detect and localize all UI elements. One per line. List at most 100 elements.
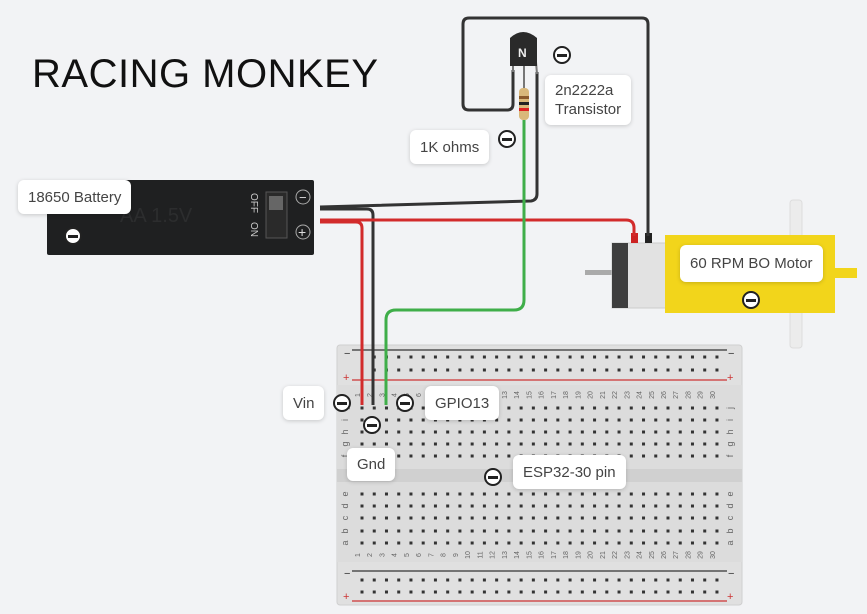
rail-hole[interactable] (532, 579, 535, 582)
rail-hole[interactable] (373, 591, 376, 594)
breadboard-hole[interactable] (630, 443, 633, 446)
breadboard-hole[interactable] (556, 530, 559, 533)
breadboard-hole[interactable] (458, 443, 461, 446)
breadboard-hole[interactable] (679, 443, 682, 446)
rail-hole[interactable] (361, 579, 364, 582)
rail-hole[interactable] (361, 591, 364, 594)
rail-hole[interactable] (556, 369, 559, 372)
rail-hole[interactable] (458, 369, 461, 372)
breadboard-hole[interactable] (409, 542, 412, 545)
breadboard-hole[interactable] (409, 431, 412, 434)
breadboard-hole[interactable] (703, 455, 706, 458)
breadboard-hole[interactable] (361, 431, 364, 434)
breadboard-hole[interactable] (569, 505, 572, 508)
rail-hole[interactable] (397, 369, 400, 372)
breadboard-hole[interactable] (361, 530, 364, 533)
breadboard-hole[interactable] (471, 517, 474, 520)
breadboard-hole[interactable] (544, 505, 547, 508)
rail-hole[interactable] (605, 579, 608, 582)
breadboard-hole[interactable] (556, 505, 559, 508)
breadboard-hole[interactable] (409, 455, 412, 458)
breadboard-hole[interactable] (667, 542, 670, 545)
breadboard-hole[interactable] (483, 530, 486, 533)
note-collapse-icon[interactable] (64, 227, 82, 245)
breadboard-hole[interactable] (618, 530, 621, 533)
breadboard-hole[interactable] (471, 542, 474, 545)
rail-hole[interactable] (409, 579, 412, 582)
breadboard-hole[interactable] (715, 517, 718, 520)
breadboard-hole[interactable] (532, 542, 535, 545)
note-collapse-icon[interactable] (484, 468, 502, 486)
breadboard-hole[interactable] (715, 493, 718, 496)
breadboard-hole[interactable] (654, 443, 657, 446)
breadboard-hole[interactable] (434, 455, 437, 458)
breadboard-hole[interactable] (569, 530, 572, 533)
rail-hole[interactable] (642, 591, 645, 594)
breadboard-hole[interactable] (361, 493, 364, 496)
breadboard-hole[interactable] (544, 517, 547, 520)
rail-hole[interactable] (593, 579, 596, 582)
note-collapse-icon[interactable] (396, 394, 414, 412)
breadboard-hole[interactable] (422, 530, 425, 533)
breadboard-hole[interactable] (409, 505, 412, 508)
breadboard-hole[interactable] (385, 530, 388, 533)
rail-hole[interactable] (483, 369, 486, 372)
rail-hole[interactable] (532, 356, 535, 359)
breadboard-hole[interactable] (385, 419, 388, 422)
rail-hole[interactable] (409, 369, 412, 372)
rail-hole[interactable] (507, 579, 510, 582)
breadboard-hole[interactable] (667, 493, 670, 496)
breadboard-hole[interactable] (667, 407, 670, 410)
breadboard-hole[interactable] (483, 443, 486, 446)
rail-hole[interactable] (581, 591, 584, 594)
breadboard-hole[interactable] (544, 493, 547, 496)
vin-note[interactable]: Vin (283, 386, 324, 420)
rail-hole[interactable] (630, 579, 633, 582)
rail-hole[interactable] (605, 356, 608, 359)
breadboard-hole[interactable] (593, 443, 596, 446)
note-collapse-icon[interactable] (498, 130, 516, 148)
breadboard-hole[interactable] (715, 407, 718, 410)
breadboard-hole[interactable] (642, 517, 645, 520)
rail-hole[interactable] (532, 591, 535, 594)
breadboard-hole[interactable] (581, 542, 584, 545)
breadboard-hole[interactable] (691, 493, 694, 496)
breadboard-hole[interactable] (397, 493, 400, 496)
breadboard-hole[interactable] (483, 455, 486, 458)
rail-hole[interactable] (569, 591, 572, 594)
breadboard-hole[interactable] (630, 517, 633, 520)
breadboard-hole[interactable] (679, 407, 682, 410)
breadboard-hole[interactable] (654, 493, 657, 496)
rail-hole[interactable] (654, 369, 657, 372)
rail-hole[interactable] (691, 369, 694, 372)
breadboard-hole[interactable] (495, 505, 498, 508)
breadboard-hole[interactable] (397, 530, 400, 533)
breadboard-hole[interactable] (434, 493, 437, 496)
rail-hole[interactable] (458, 591, 461, 594)
breadboard-hole[interactable] (458, 455, 461, 458)
rail-hole[interactable] (667, 369, 670, 372)
rail-hole[interactable] (679, 591, 682, 594)
breadboard-hole[interactable] (581, 493, 584, 496)
breadboard-hole[interactable] (446, 505, 449, 508)
breadboard-hole[interactable] (520, 505, 523, 508)
rail-hole[interactable] (422, 591, 425, 594)
rail-hole[interactable] (458, 356, 461, 359)
rail-hole[interactable] (483, 579, 486, 582)
breadboard-hole[interactable] (434, 431, 437, 434)
breadboard-hole[interactable] (520, 517, 523, 520)
breadboard-hole[interactable] (483, 431, 486, 434)
breadboard-hole[interactable] (397, 542, 400, 545)
breadboard-hole[interactable] (679, 505, 682, 508)
breadboard-hole[interactable] (507, 530, 510, 533)
breadboard-hole[interactable] (569, 542, 572, 545)
breadboard-hole[interactable] (373, 505, 376, 508)
rail-hole[interactable] (667, 591, 670, 594)
rail-hole[interactable] (544, 369, 547, 372)
breadboard-hole[interactable] (409, 419, 412, 422)
breadboard-hole[interactable] (618, 505, 621, 508)
rail-hole[interactable] (581, 579, 584, 582)
breadboard-hole[interactable] (667, 455, 670, 458)
breadboard-hole[interactable] (361, 407, 364, 410)
breadboard-hole[interactable] (642, 505, 645, 508)
